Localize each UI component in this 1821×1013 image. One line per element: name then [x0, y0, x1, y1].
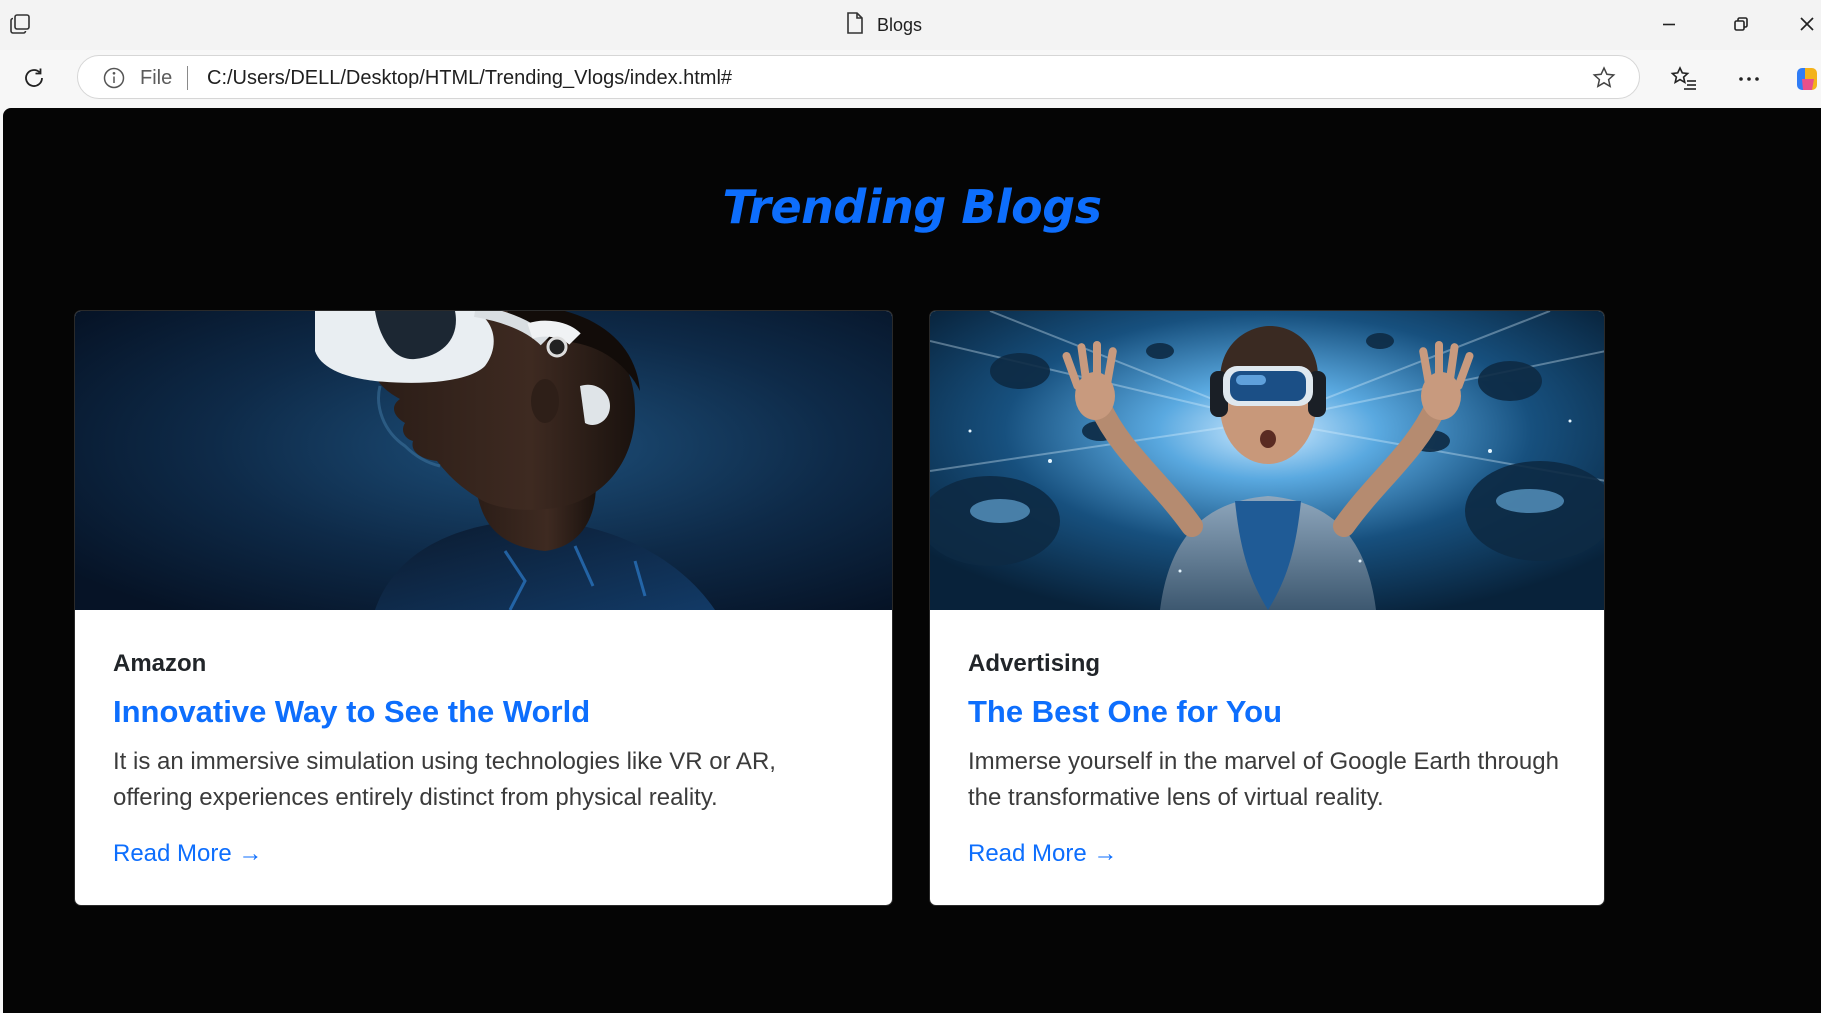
- card-image: [75, 311, 892, 610]
- reload-icon: [25, 68, 43, 87]
- man-with-vr-headset-image: [75, 311, 892, 610]
- site-info-icon[interactable]: [102, 66, 126, 90]
- tab-actions-icon[interactable]: [8, 12, 32, 36]
- page-viewport: Trending Blogs Amazon Innovative Way to …: [3, 108, 1821, 1013]
- card-description: It is an immersive simulation using tech…: [113, 747, 776, 811]
- blog-card: Amazon Innovative Way to See the World I…: [74, 310, 893, 906]
- card-category: Advertising: [968, 650, 1101, 677]
- copilot-icon[interactable]: [1793, 65, 1821, 93]
- minimize-button[interactable]: [1655, 10, 1683, 38]
- address-divider: [187, 66, 188, 90]
- more-options-icon[interactable]: [1735, 65, 1763, 93]
- browser-toolbar: File C:/Users/DELL/Desktop/HTML/Trending…: [0, 50, 1821, 106]
- tab-title-text: Blogs: [877, 14, 923, 35]
- card-body: Advertising The Best One for You Immerse…: [968, 610, 1566, 868]
- read-more-link[interactable]: Read More →: [113, 840, 262, 868]
- card-description: Immerse yourself in the marvel of Google…: [968, 747, 1559, 811]
- card-body: Amazon Innovative Way to See the World I…: [113, 610, 854, 868]
- close-window-button[interactable]: [1793, 10, 1821, 38]
- card-category: Amazon: [113, 650, 207, 677]
- active-tab[interactable]: Blogs: [845, 11, 923, 40]
- blog-card: Advertising The Best One for You Immerse…: [929, 310, 1605, 906]
- page-title: Trending Blogs: [722, 180, 1102, 234]
- card-image: [930, 311, 1604, 610]
- card-title[interactable]: The Best One for You: [968, 693, 1566, 730]
- address-bar[interactable]: File C:/Users/DELL/Desktop/HTML/Trending…: [77, 55, 1640, 99]
- browser-title-bar: Blogs: [0, 0, 1821, 50]
- card-title[interactable]: Innovative Way to See the World: [113, 693, 854, 730]
- favorite-star-icon[interactable]: [1591, 65, 1617, 91]
- url-text[interactable]: C:/Users/DELL/Desktop/HTML/Trending_Vlog…: [207, 67, 732, 90]
- favorites-list-icon[interactable]: [1670, 65, 1698, 93]
- restore-button[interactable]: [1727, 10, 1755, 38]
- child-with-vr-headset-image: [930, 311, 1604, 610]
- url-scheme-label: File: [140, 67, 173, 89]
- reload-button[interactable]: [18, 62, 50, 94]
- read-more-link[interactable]: Read More →: [968, 840, 1117, 868]
- page-document-icon: [845, 11, 865, 40]
